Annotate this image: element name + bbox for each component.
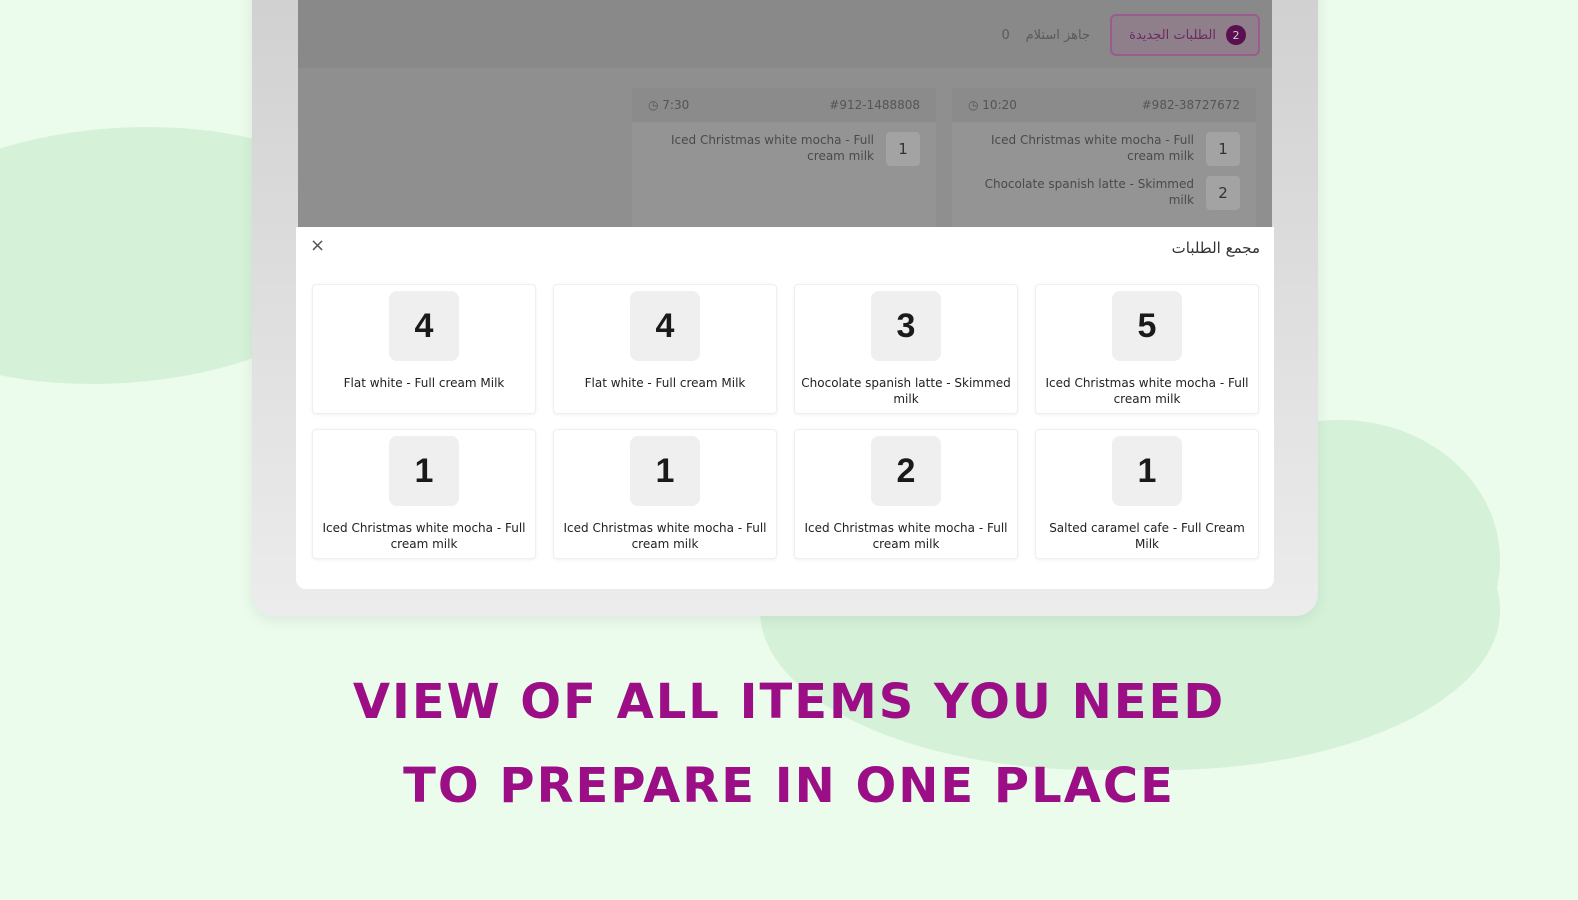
item-count: 1 — [389, 436, 459, 506]
new-orders-count: 2 — [1226, 25, 1246, 45]
aggregate-item[interactable]: 1 Salted caramel cafe - Full Cream Milk — [1035, 429, 1259, 559]
item-count: 4 — [630, 291, 700, 361]
item-name: Iced Christmas white mocha - Full cream … — [1045, 376, 1249, 406]
close-icon[interactable]: × — [310, 235, 325, 256]
item-name: Chocolate spanish latte - Skimmed milk — [801, 376, 1011, 406]
aggregate-item[interactable]: 1 Iced Christmas white mocha - Full crea… — [312, 429, 536, 559]
aggregate-item[interactable]: 4 Flat white - Full cream Milk — [553, 284, 777, 414]
order-line-name: Iced Christmas white mocha - Full cream … — [671, 133, 874, 163]
tab-new-orders[interactable]: 2 الطلبات الجديدة — [1110, 14, 1260, 56]
aggregate-item[interactable]: 3 Chocolate spanish latte - Skimmed milk — [794, 284, 1018, 414]
order-card[interactable]: ◷ 10:20 #982-38727672 Iced Christmas whi… — [952, 88, 1256, 228]
aggregate-item[interactable]: 1 Iced Christmas white mocha - Full crea… — [553, 429, 777, 559]
order-id: #982-38727672 — [1141, 98, 1240, 112]
order-header: ◷ 7:30 #912-1488808 — [632, 88, 936, 122]
headline-line-1: VIEW OF ALL ITEMS YOU NEED — [352, 674, 1226, 730]
aggregate-item[interactable]: 2 Iced Christmas white mocha - Full crea… — [794, 429, 1018, 559]
order-line-name: Iced Christmas white mocha - Full cream … — [991, 133, 1194, 163]
order-time: ◷ 10:20 — [968, 98, 1017, 112]
order-line-qty: 1 — [886, 132, 920, 166]
aggregate-item[interactable]: 4 Flat white - Full cream Milk — [312, 284, 536, 414]
order-line: Iced Christmas white mocha - Full cream … — [952, 122, 1256, 166]
top-bar: 2 الطلبات الجديدة جاهز استلام 0 — [298, 0, 1272, 68]
aggregate-item[interactable]: 5 Iced Christmas white mocha - Full crea… — [1035, 284, 1259, 414]
order-line: Chocolate spanish latte - Skimmed milk 2 — [952, 166, 1256, 210]
tab-ready-pickup-label: جاهز استلام — [1025, 27, 1090, 43]
item-name: Flat white - Full cream Milk — [584, 376, 746, 390]
app-screen-dimmed: 2 الطلبات الجديدة جاهز استلام 0 ◷ 10:20 … — [298, 0, 1272, 228]
tab-new-orders-label: الطلبات الجديدة — [1129, 27, 1216, 43]
item-count: 5 — [1112, 291, 1182, 361]
item-count: 4 — [389, 291, 459, 361]
item-count: 1 — [630, 436, 700, 506]
order-header: ◷ 10:20 #982-38727672 — [952, 88, 1256, 122]
order-line-qty: 1 — [1206, 132, 1240, 166]
order-line-qty: 2 — [1206, 176, 1240, 210]
order-line: Iced Christmas white mocha - Full cream … — [632, 122, 936, 166]
item-count: 2 — [871, 436, 941, 506]
tab-ready-pickup[interactable]: جاهز استلام 0 — [962, 14, 1102, 56]
sheet-title: مجمع الطلبات — [1171, 239, 1260, 257]
item-name: Iced Christmas white mocha - Full cream … — [804, 521, 1008, 551]
ready-pickup-count: 0 — [1001, 27, 1010, 43]
item-count: 3 — [871, 291, 941, 361]
order-line-name: Chocolate spanish latte - Skimmed milk — [984, 177, 1194, 207]
item-name: Iced Christmas white mocha - Full cream … — [563, 521, 767, 551]
order-id: #912-1488808 — [829, 98, 920, 112]
order-time: ◷ 7:30 — [648, 98, 690, 112]
orders-aggregate-sheet: مجمع الطلبات × 4 Flat white - Full cream… — [296, 227, 1274, 589]
item-name: Flat white - Full cream Milk — [343, 376, 505, 390]
item-count: 1 — [1112, 436, 1182, 506]
headline-line-2: TO PREPARE IN ONE PLACE — [403, 758, 1175, 814]
item-name: Iced Christmas white mocha - Full cream … — [322, 521, 526, 551]
item-name: Salted caramel cafe - Full Cream Milk — [1049, 521, 1245, 551]
order-card[interactable]: ◷ 7:30 #912-1488808 Iced Christmas white… — [632, 88, 936, 228]
